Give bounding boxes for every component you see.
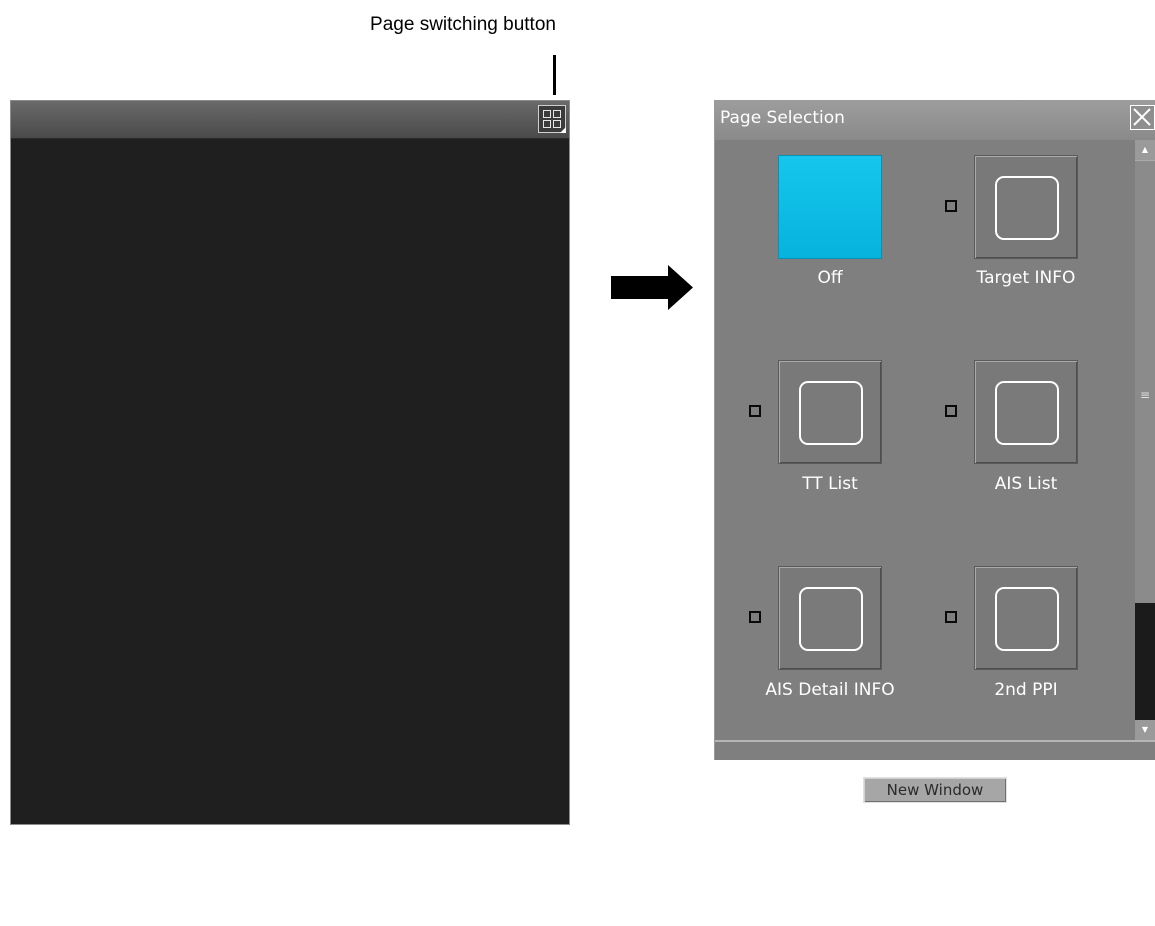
grip-icon: ≡ [1139, 388, 1151, 402]
scroll-up-button[interactable]: ▲ [1135, 140, 1155, 160]
chevron-down-icon: ▼ [1141, 725, 1149, 734]
page-selection-dialog: Page Selection Off Target INFO TT List A… [714, 100, 1155, 760]
tile-tt-list[interactable] [778, 360, 882, 464]
close-button[interactable] [1130, 105, 1155, 130]
left-titlebar [11, 101, 569, 139]
right-arrow-icon [611, 265, 693, 310]
callout-label: Page switching button [370, 14, 556, 35]
callout-line [553, 55, 556, 95]
checkbox-tt-list[interactable] [749, 405, 761, 417]
tile-label-2nd-ppi: 2nd PPI [994, 680, 1058, 700]
tile-label-target-info: Target INFO [976, 268, 1076, 288]
new-window-button[interactable]: New Window [863, 777, 1007, 803]
scroll-track[interactable] [1135, 603, 1155, 720]
tile-label-off: Off [817, 268, 843, 288]
chevron-up-icon: ▲ [1141, 145, 1149, 154]
tile-label-ais-list: AIS List [994, 474, 1058, 494]
tile-ais-list[interactable] [974, 360, 1078, 464]
checkbox-target-info[interactable] [945, 200, 957, 212]
close-icon [1133, 108, 1151, 126]
tile-ais-detail-info[interactable] [778, 566, 882, 670]
checkbox-ais-list[interactable] [945, 405, 957, 417]
tile-target-info[interactable] [974, 155, 1078, 259]
vertical-scrollbar[interactable]: ▲ ≡ ▼ [1135, 140, 1155, 740]
dialog-titlebar: Page Selection [715, 100, 1155, 140]
scroll-thumb[interactable]: ≡ [1135, 160, 1155, 604]
scroll-down-button[interactable]: ▼ [1135, 720, 1155, 740]
checkbox-2nd-ppi[interactable] [945, 611, 957, 623]
tile-grid: Off Target INFO TT List AIS List AIS Det… [715, 140, 1135, 738]
dialog-title: Page Selection [720, 108, 845, 128]
left-panel [10, 100, 570, 825]
tile-label-tt-list: TT List [802, 474, 858, 494]
page-switching-button[interactable] [538, 105, 566, 133]
tile-label-ais-detail-info: AIS Detail INFO [765, 680, 895, 700]
tile-2nd-ppi[interactable] [974, 566, 1078, 670]
checkbox-ais-detail-info[interactable] [749, 611, 761, 623]
tile-off[interactable] [778, 155, 882, 259]
footer-divider [715, 740, 1155, 742]
